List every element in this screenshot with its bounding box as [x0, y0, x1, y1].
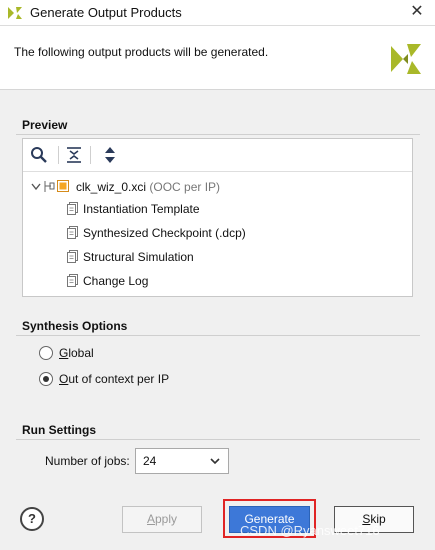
hierarchy-icon — [44, 181, 55, 192]
synthesis-section-title: Synthesis Options — [22, 319, 128, 333]
close-icon: ✕ — [410, 3, 424, 20]
ooc-per-ip-radio[interactable] — [39, 372, 53, 386]
collapse-all-icon[interactable] — [64, 145, 84, 165]
help-button[interactable]: ? — [20, 507, 44, 531]
tree-root-scope: (OOC per IP) — [149, 180, 221, 194]
header-message: The following output products will be ge… — [14, 45, 269, 59]
preview-section-title: Preview — [22, 118, 68, 132]
dialog-header: The following output products will be ge… — [0, 26, 435, 90]
jobs-select[interactable]: 24 — [135, 448, 229, 474]
tree-item-label: Structural Simulation — [83, 250, 194, 264]
jobs-value: 24 — [143, 454, 157, 468]
run-settings-section-title: Run Settings — [22, 423, 96, 437]
chevron-down-icon — [210, 458, 220, 465]
tree-item-label: Instantiation Template — [83, 202, 200, 216]
search-icon[interactable] — [29, 145, 49, 165]
close-button[interactable]: ✕ — [399, 0, 435, 26]
title-bar: Generate Output Products ✕ — [0, 0, 435, 26]
file-icon — [67, 274, 78, 287]
synthesis-divider — [16, 335, 420, 336]
expand-all-icon[interactable] — [100, 145, 120, 165]
file-icon — [67, 226, 78, 239]
vivado-app-icon — [8, 7, 22, 19]
file-icon — [67, 202, 78, 215]
toolbar-separator — [58, 146, 59, 164]
ooc-per-ip-radio-label[interactable]: Out of context per IP — [59, 372, 169, 386]
file-icon — [67, 250, 78, 263]
apply-button[interactable]: Apply — [122, 506, 202, 533]
jobs-label: Number of jobs: — [45, 454, 130, 468]
ip-core-icon — [57, 180, 69, 192]
xilinx-logo-icon — [391, 44, 421, 74]
preview-toolbar — [23, 139, 412, 172]
preview-tree-panel: clk_wiz_0.xci (OOC per IP) Instantiation… — [22, 138, 413, 297]
tree-root-name: clk_wiz_0.xci — [76, 180, 147, 194]
run-settings-divider — [16, 439, 420, 440]
tree-item-label: Synthesized Checkpoint (.dcp) — [83, 226, 246, 240]
window-title: Generate Output Products — [30, 5, 182, 20]
global-radio-label[interactable]: Global — [59, 346, 94, 360]
chevron-down-icon[interactable] — [31, 180, 41, 194]
help-icon: ? — [28, 511, 36, 526]
preview-divider — [16, 134, 420, 135]
toolbar-separator — [90, 146, 91, 164]
global-radio[interactable] — [39, 346, 53, 360]
tree-item-label: Change Log — [83, 274, 149, 288]
watermark: CSDN @Ryansweet716 — [240, 523, 380, 538]
